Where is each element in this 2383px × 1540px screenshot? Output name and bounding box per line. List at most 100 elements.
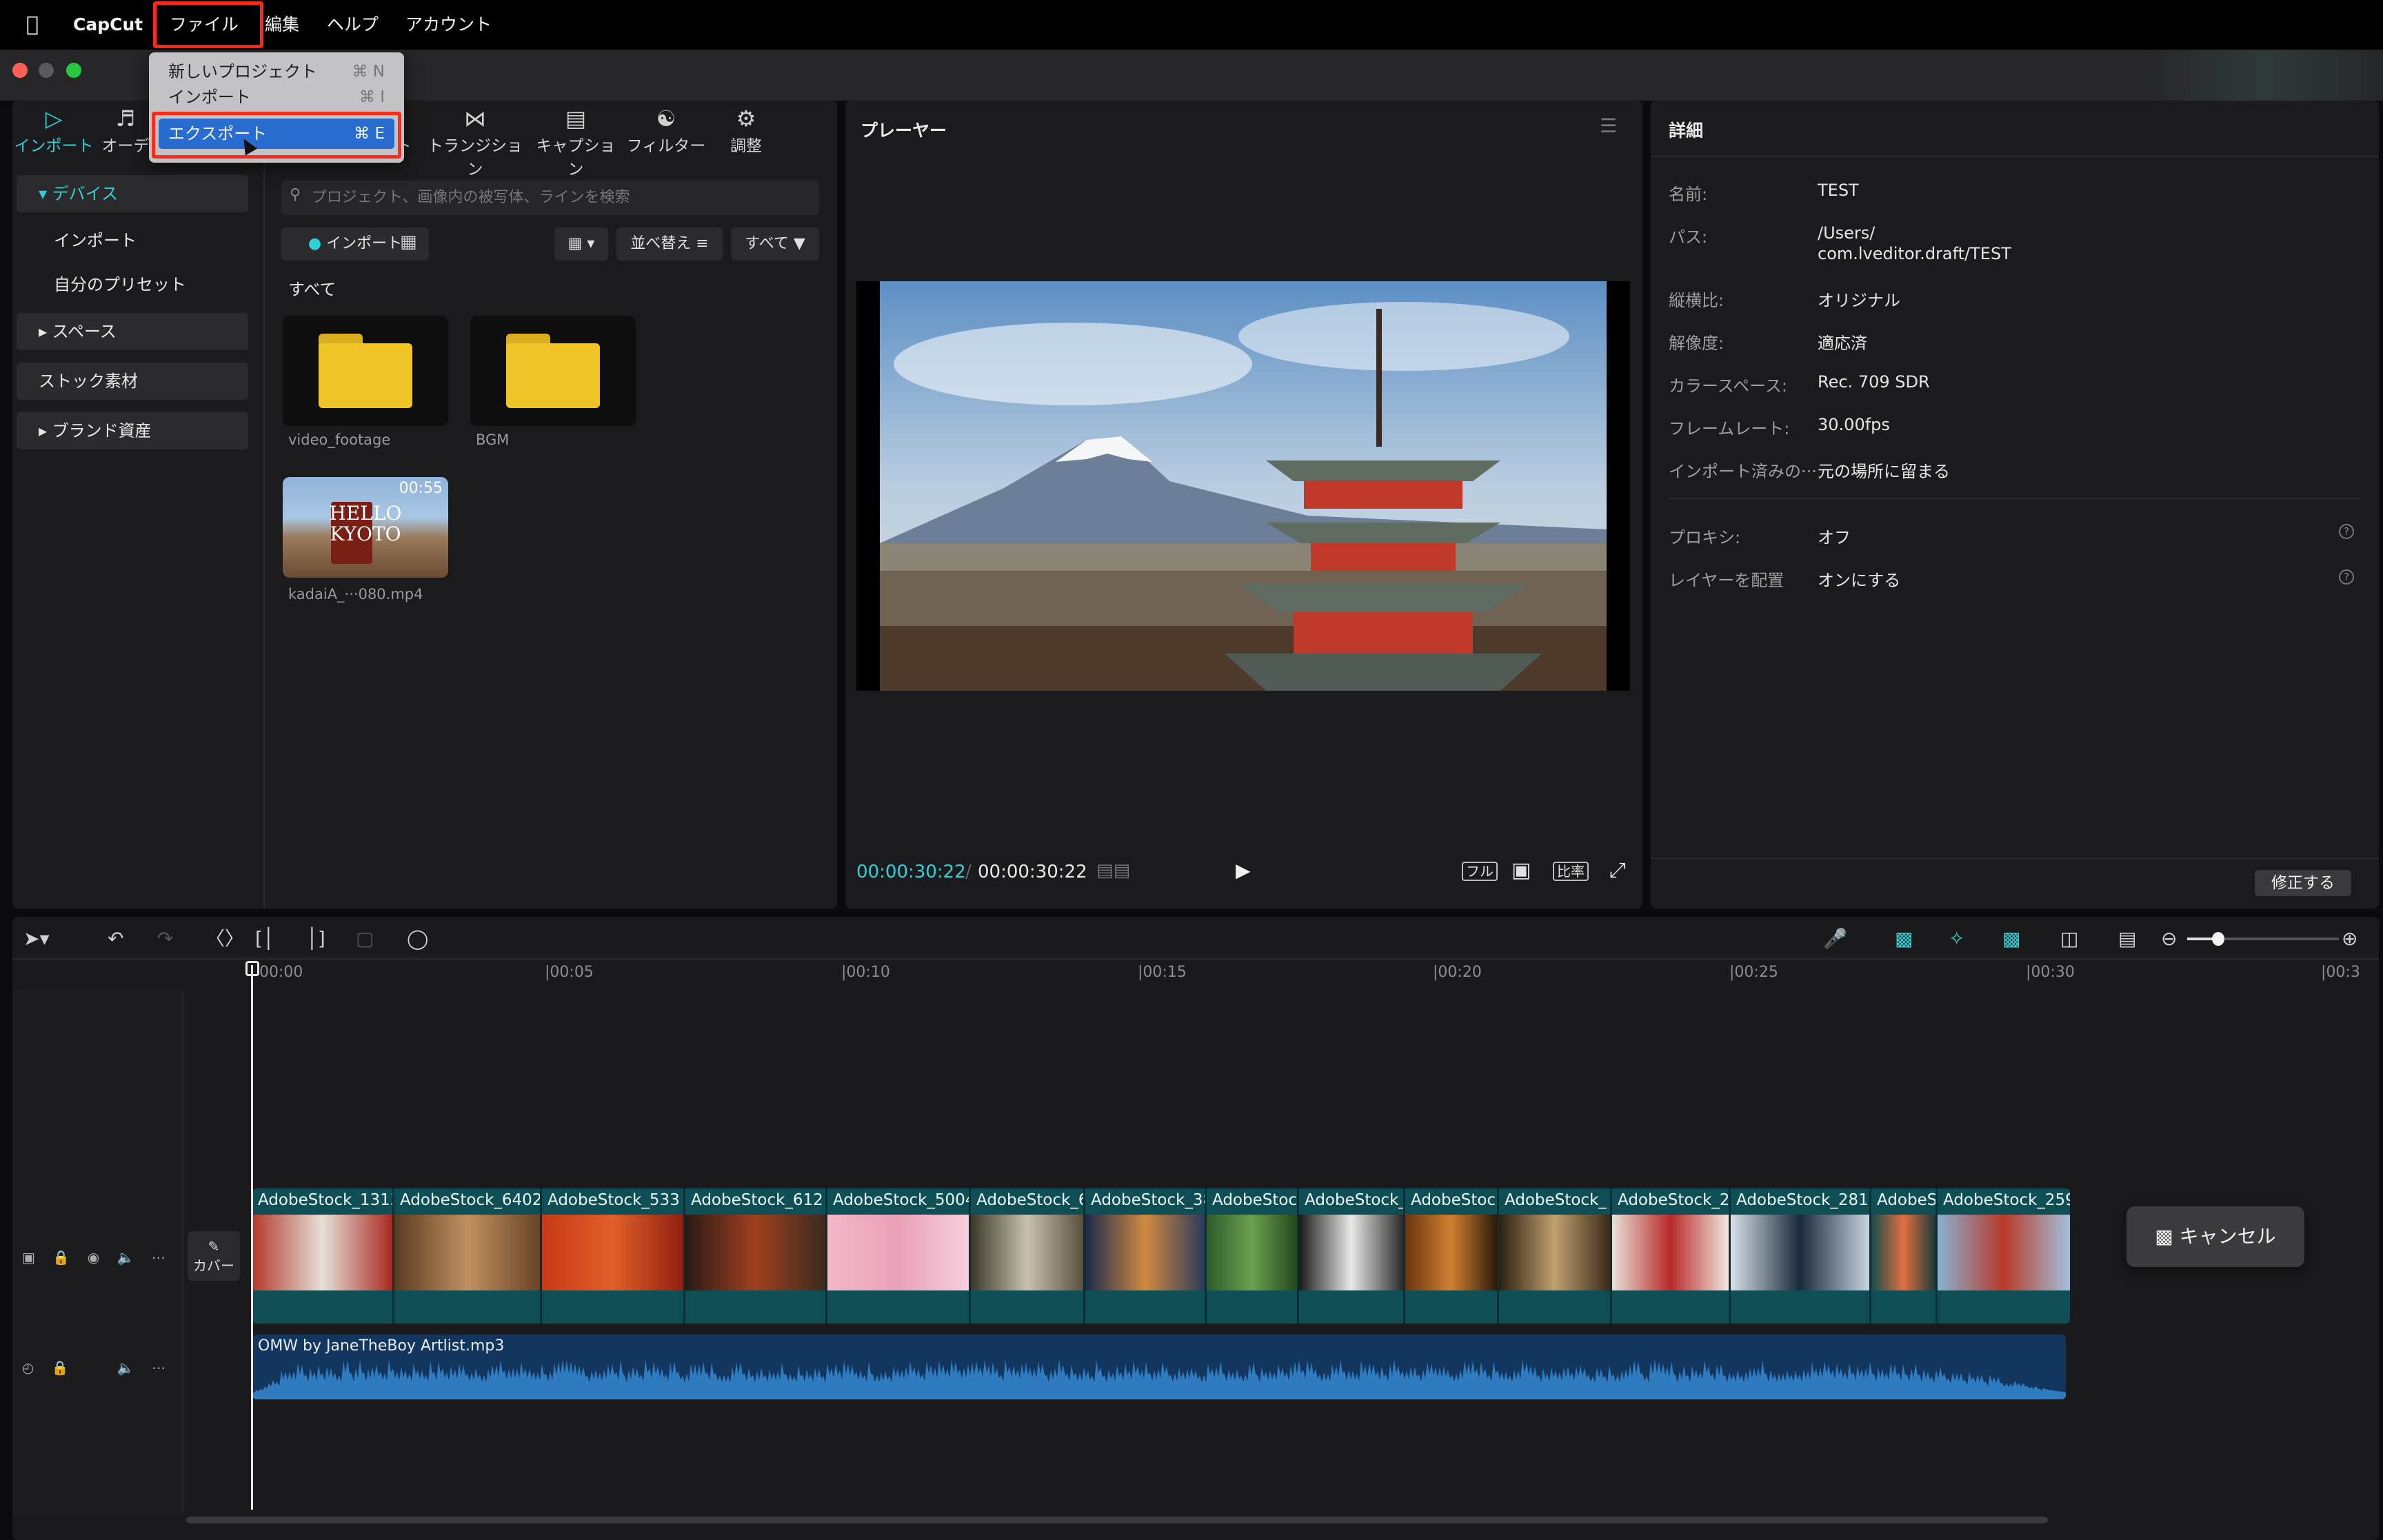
full-quality-button[interactable]: フル bbox=[1462, 859, 1498, 884]
video-preview[interactable] bbox=[880, 281, 1607, 691]
track-eye-icon[interactable]: ◉ bbox=[88, 1249, 99, 1266]
filter-all-button[interactable]: すべて ▼ bbox=[731, 227, 819, 261]
tab-adjust[interactable]: ⚙ 調整 bbox=[710, 105, 782, 160]
audio-volume-icon[interactable]: 🔈 bbox=[117, 1359, 134, 1376]
menu-account[interactable]: アカウント bbox=[405, 0, 492, 50]
app-name-menu[interactable]: CapCut bbox=[73, 0, 143, 50]
timeline-clip[interactable]: AdobeStock_2817 bbox=[1731, 1188, 1871, 1324]
menu-file[interactable]: ファイル bbox=[170, 0, 239, 50]
menu-edit[interactable]: 編集 bbox=[265, 0, 299, 50]
sidebar-item-brand-assets[interactable]: ▸ ブランド資産 bbox=[17, 412, 248, 449]
delete-icon[interactable]: ▢ bbox=[356, 926, 374, 951]
microphone-icon[interactable]: 🎤 bbox=[1823, 926, 1847, 951]
tab-import-label: インポート bbox=[14, 137, 94, 155]
timeline-clip[interactable]: AdobeStock_5004 bbox=[827, 1188, 971, 1324]
search-input[interactable]: プロジェクト、画像内の被写体、ラインを検索 bbox=[281, 181, 819, 215]
playhead[interactable] bbox=[251, 965, 253, 1510]
edit-pencil-icon: ✎ bbox=[208, 1238, 220, 1255]
audio-lock-icon[interactable]: 🔒 bbox=[52, 1359, 69, 1376]
folder-bgm[interactable] bbox=[470, 316, 636, 426]
menu-item-import[interactable]: インポート ⌘ I bbox=[159, 87, 394, 108]
track-video-icon[interactable]: ▣ bbox=[22, 1249, 35, 1266]
preview-axis-icon[interactable]: ▩ bbox=[2002, 926, 2020, 951]
trim-right-icon[interactable]: │] bbox=[306, 926, 325, 951]
track-lock-icon[interactable]: 🔒 bbox=[52, 1249, 70, 1266]
menu-item-new-project[interactable]: 新しいプロジェクト ⌘ N bbox=[159, 58, 394, 85]
shield-icon[interactable]: ◯ bbox=[407, 926, 428, 951]
media-clip-kadaia[interactable]: HELLO KYOTO 00:55 bbox=[283, 477, 448, 578]
maximize-window-button[interactable] bbox=[66, 63, 81, 78]
sidebar-item-stock[interactable]: ストック素材 bbox=[17, 363, 248, 400]
track-volume-icon[interactable]: 🔈 bbox=[117, 1249, 134, 1266]
linkage-icon[interactable]: ✧ bbox=[1949, 926, 1964, 951]
menu-help[interactable]: ヘルプ bbox=[327, 0, 379, 50]
zoom-slider-handle[interactable] bbox=[2212, 932, 2224, 946]
zoom-in-icon[interactable]: ⊕ bbox=[2342, 926, 2357, 951]
split-screen-icon[interactable]: ◫ bbox=[2060, 926, 2078, 951]
sort-button[interactable]: 並べ替え ≡ bbox=[616, 227, 723, 261]
split-icon[interactable]: 〈〉 bbox=[205, 926, 244, 951]
grid-icon[interactable]: ▤▤ bbox=[1096, 860, 1130, 881]
apple-icon[interactable]:  bbox=[26, 0, 39, 50]
timeline-clip[interactable]: AdobeStock_2 bbox=[1612, 1188, 1731, 1324]
timeline-clip[interactable]: AdobeStock_612 bbox=[685, 1188, 827, 1324]
timeline-clip[interactable]: AdobeStock_6402 bbox=[394, 1188, 542, 1324]
zoom-out-icon[interactable]: ⊖ bbox=[2161, 926, 2177, 951]
magnet-snap-icon[interactable]: ▩ bbox=[1895, 926, 1913, 951]
timeline-clip[interactable]: AdobeStock bbox=[1207, 1188, 1299, 1324]
redo-icon[interactable]: ↷ bbox=[157, 926, 173, 951]
zoom-fit-icon[interactable]: ▣ bbox=[1511, 859, 1531, 884]
audio-track[interactable] bbox=[252, 1335, 2066, 1399]
tab-filter[interactable]: ☯ フィルター bbox=[623, 105, 709, 160]
aspect-ratio-button[interactable]: 比率 bbox=[1553, 859, 1589, 884]
sidebar-item-my-presets[interactable]: 自分のプリセット bbox=[17, 266, 248, 303]
select-tool-icon[interactable]: ➤▾ bbox=[23, 926, 50, 951]
detail-path-value-2: com.lveditor.draft/TEST bbox=[1818, 244, 2011, 263]
sidebar-item-import[interactable]: インポート bbox=[17, 222, 248, 259]
fullscreen-icon[interactable]: ⤢ bbox=[1609, 859, 1626, 884]
cancel-button[interactable]: ▩ キャンセル bbox=[2126, 1206, 2304, 1267]
qr-icon[interactable]: ▦ bbox=[400, 232, 417, 252]
undo-icon[interactable]: ↶ bbox=[108, 926, 123, 951]
view-mode-button[interactable]: ▦ ▾ bbox=[554, 227, 608, 261]
timeline-clip[interactable]: AdobeStock_259 bbox=[1938, 1188, 2070, 1324]
timeline-clip[interactable]: AdobeStock_1313 bbox=[252, 1188, 394, 1324]
minimize-window-button[interactable] bbox=[39, 63, 54, 78]
modify-button[interactable]: 修正する bbox=[2255, 870, 2351, 896]
timeline-clip[interactable]: AdobeStock_ bbox=[1299, 1188, 1405, 1324]
main-track-controls: ▣ 🔒 ◉ 🔈 ⋯ bbox=[22, 1249, 165, 1266]
sidebar-item-device[interactable]: ▾ デバイス bbox=[17, 175, 248, 212]
folder-video-footage[interactable] bbox=[283, 316, 448, 426]
timeline-clip[interactable]: AdobeStock_6 bbox=[971, 1188, 1085, 1324]
sidebar-item-space[interactable]: ▸ スペース bbox=[17, 313, 248, 350]
timeline-clip[interactable]: AdobeS bbox=[1871, 1188, 1938, 1324]
detail-layer-value[interactable]: オンにする bbox=[1818, 567, 1900, 591]
thumbnail-icon[interactable]: ▤ bbox=[2118, 926, 2136, 951]
layer-help-icon[interactable]: ? bbox=[2339, 569, 2354, 585]
timeline-clip[interactable]: AdobeStock_ bbox=[1499, 1188, 1612, 1324]
close-window-button[interactable] bbox=[12, 63, 28, 78]
clip-label: AdobeStock_6 bbox=[976, 1191, 1085, 1209]
detail-proxy-value[interactable]: オフ bbox=[1818, 524, 1851, 548]
timeline-clip[interactable]: AdobeStock_533 bbox=[542, 1188, 685, 1324]
video-track[interactable]: AdobeStock_1313 AdobeStock_6402 AdobeSto… bbox=[252, 1188, 2070, 1324]
track-more-icon[interactable]: ⋯ bbox=[152, 1249, 165, 1266]
audio-more-icon[interactable]: ⋯ bbox=[152, 1359, 165, 1376]
timeline-clip[interactable]: AdobeStock_38 bbox=[1085, 1188, 1207, 1324]
timecode-separator: / bbox=[965, 862, 972, 882]
audio-track-icon[interactable]: ◴ bbox=[22, 1359, 34, 1376]
play-icon[interactable]: ▶ bbox=[1236, 859, 1251, 882]
timeline-clip[interactable]: AdobeStock bbox=[1405, 1188, 1499, 1324]
trim-left-icon[interactable]: [│ bbox=[255, 926, 274, 951]
filter-funnel-icon: ▼ bbox=[793, 235, 805, 252]
cover-button[interactable]: ✎ カバー bbox=[188, 1231, 240, 1281]
sort-icon: ≡ bbox=[696, 235, 709, 252]
tab-import[interactable]: ▷ インポート bbox=[10, 105, 98, 160]
proxy-help-icon[interactable]: ? bbox=[2339, 524, 2354, 539]
detail-imported-label: インポート済みの··· bbox=[1669, 462, 1817, 481]
tab-caption[interactable]: ▤ キャプション bbox=[531, 105, 621, 179]
timeline-scrollbar[interactable] bbox=[186, 1517, 2048, 1523]
clip-label: AdobeS bbox=[1877, 1191, 1938, 1209]
menu-hamburger-icon[interactable]: ☰ bbox=[1600, 114, 1617, 137]
tab-transition[interactable]: ⋈ トランジション bbox=[423, 105, 527, 179]
